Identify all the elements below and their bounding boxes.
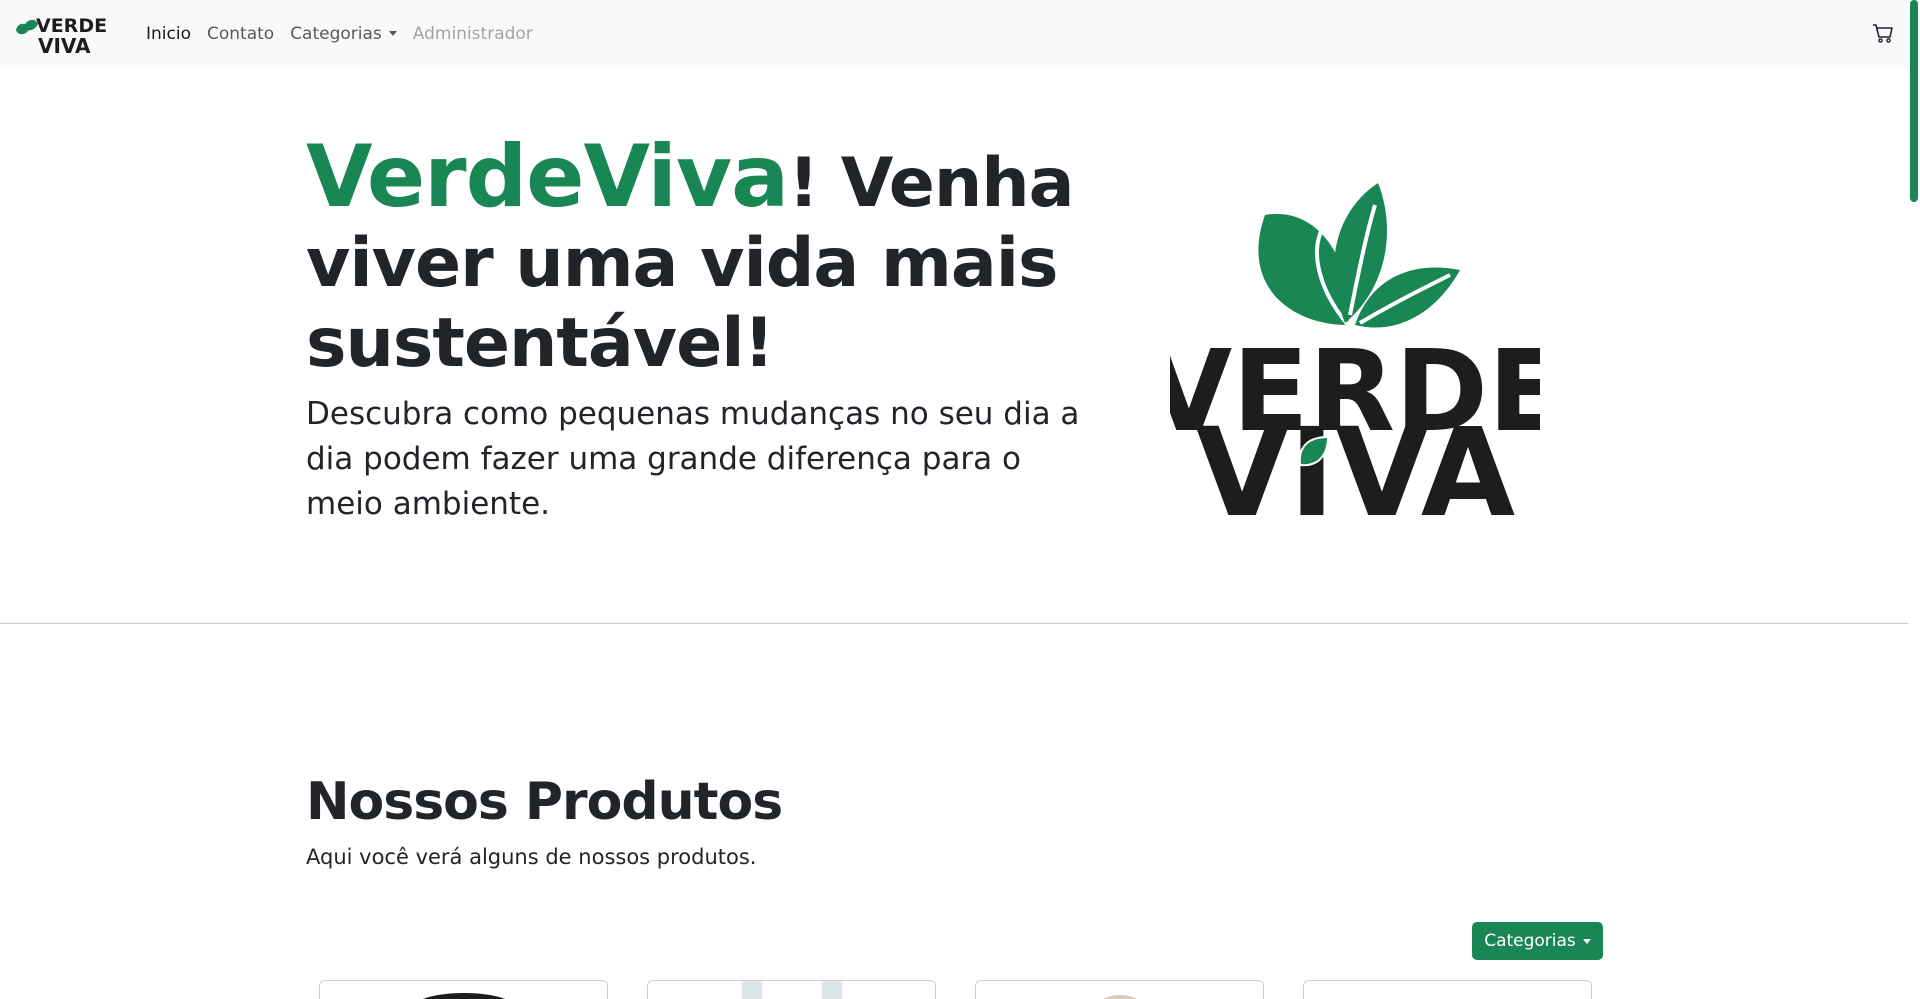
brand-logo[interactable]: VERDE VIVA [14, 0, 114, 67]
nav-links: Inicio Contato Categorias Administrador [138, 16, 541, 52]
verde-viva-logo: VERDE VIVA [1170, 183, 1540, 515]
svg-text:VIVA: VIVA [38, 34, 91, 56]
caret-down-icon [1582, 938, 1591, 944]
nav-item-label: Administrador [412, 23, 533, 44]
categories-button-label: Categorias [1484, 931, 1576, 951]
product-card[interactable] [319, 980, 608, 999]
cart-icon[interactable] [1872, 22, 1894, 44]
hero-title-highlight: VerdeViva [306, 127, 789, 227]
nav-item-administrador[interactable]: Administrador [405, 16, 541, 52]
hero-title: VerdeViva! Venha viver uma vida mais sus… [306, 134, 1086, 384]
nav-item-label: Categorias [290, 23, 382, 44]
navbar: VERDE VIVA Inicio Contato Categorias Adm… [0, 0, 1920, 67]
products-subtitle: Aqui você verá alguns de nossos produtos… [306, 845, 757, 869]
caret-down-icon [388, 31, 397, 36]
product-image [1102, 995, 1137, 999]
nav-item-label: Contato [206, 23, 275, 44]
section-divider [0, 623, 1908, 624]
nav-item-contato[interactable]: Contato [199, 16, 282, 52]
scrollbar-thumb[interactable] [1910, 0, 1918, 202]
products-title: Nossos Produtos [306, 772, 783, 832]
product-image [422, 993, 505, 999]
product-card[interactable] [975, 980, 1264, 999]
categories-dropdown-button[interactable]: Categorias [1472, 922, 1603, 960]
nav-item-inicio[interactable]: Inicio [138, 16, 199, 52]
leaf-logo-icon: VERDE VIVA [16, 15, 107, 56]
product-card[interactable] [647, 980, 936, 999]
nav-item-label: Inicio [146, 23, 191, 44]
hero-section: VerdeViva! Venha viver uma vida mais sus… [0, 67, 1908, 624]
product-card[interactable] [1303, 980, 1592, 999]
hero-subtitle: Descubra como pequenas mudanças no seu d… [306, 396, 1080, 522]
product-image [741, 981, 842, 999]
nav-item-categorias-dropdown[interactable]: Categorias [282, 16, 405, 52]
logo-word-viva: VIVA [1195, 402, 1515, 515]
scrollbar-track[interactable] [1908, 0, 1920, 999]
